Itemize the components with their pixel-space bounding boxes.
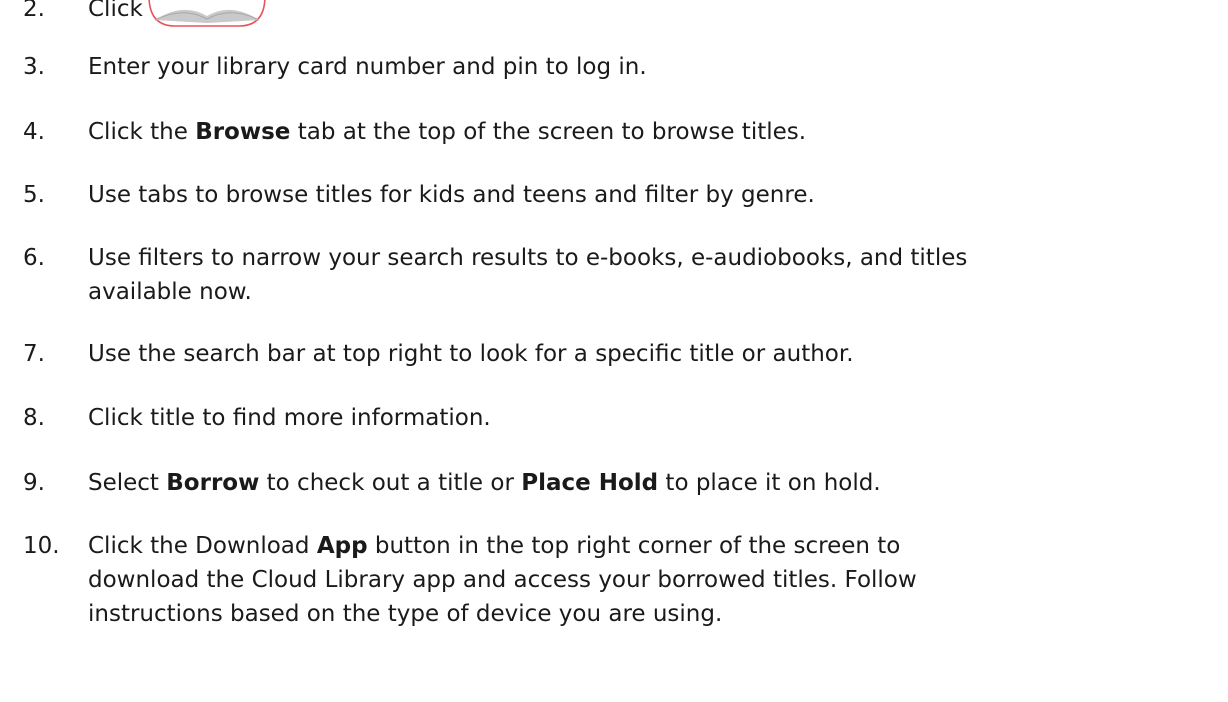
- cloud-library-book-icon: [145, 0, 267, 27]
- step-number: 6.: [23, 245, 45, 271]
- instruction-document: 2. Click 3. Enter your library card numb…: [0, 0, 1228, 702]
- step-number: 10.: [23, 533, 60, 559]
- step-number: 8.: [23, 405, 45, 431]
- step-number: 9.: [23, 470, 45, 496]
- step-number: 2.: [23, 0, 45, 22]
- step-text: Enter your library card number and pin t…: [88, 54, 647, 80]
- step-text: Click the Download App button in the top…: [88, 533, 917, 627]
- browse-tab-label: Browse: [195, 119, 291, 145]
- step-number: 3.: [23, 54, 45, 80]
- step-text: Use tabs to browse titles for kids and t…: [88, 182, 815, 208]
- app-button-label: App: [316, 533, 368, 559]
- step-text: Use the search bar at top right to look …: [88, 341, 854, 367]
- place-hold-label: Place Hold: [521, 470, 659, 496]
- step-number: 7.: [23, 341, 45, 367]
- borrow-label: Borrow: [166, 470, 260, 496]
- step-number: 4.: [23, 119, 45, 145]
- step-text: Select Borrow to check out a title or Pl…: [88, 470, 881, 496]
- step-text: Click the Browse tab at the top of the s…: [88, 119, 807, 145]
- step-text: Click title to find more information.: [88, 405, 491, 431]
- step-text: Use filters to narrow your search result…: [88, 245, 968, 305]
- step-text: Click: [88, 0, 1218, 27]
- step-number: 5.: [23, 182, 45, 208]
